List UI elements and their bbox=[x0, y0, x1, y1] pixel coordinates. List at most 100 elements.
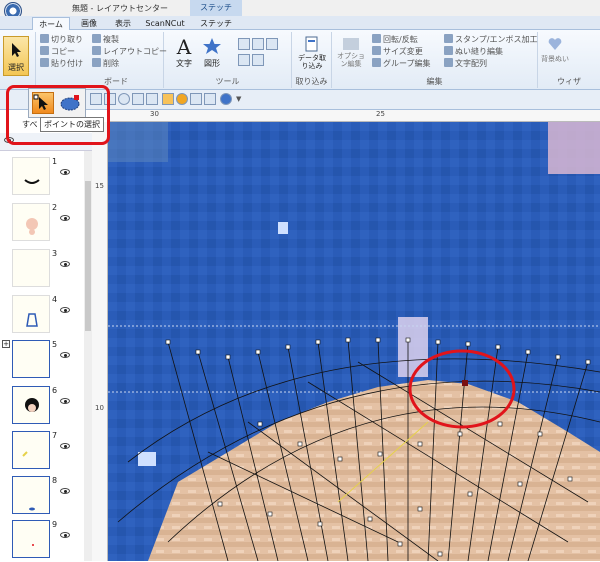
layer-thumb bbox=[12, 157, 50, 195]
ribbon-tabs: ホーム 画像 表示 ScanNCut ステッチ bbox=[0, 16, 600, 30]
layer-thumb bbox=[12, 431, 50, 469]
shape-tool-button[interactable]: 図形 bbox=[200, 36, 224, 69]
title-bar: 無題 - レイアウトセンター ステッチ bbox=[0, 0, 600, 20]
clipboard-group: 切り取り コピー 貼り付け 複製 レイアウトコピー 削除 ボード bbox=[36, 32, 167, 88]
layer-item[interactable]: 5 bbox=[8, 340, 88, 382]
delete-button[interactable]: 削除 bbox=[92, 58, 119, 69]
tools-group: A 文字 図形 ツール bbox=[164, 32, 292, 88]
image-icon[interactable] bbox=[162, 93, 174, 105]
blob-select-icon bbox=[60, 95, 80, 111]
tab-stitch[interactable]: ステッチ bbox=[192, 17, 240, 30]
bg-sew-label: 背景ぬい bbox=[541, 55, 569, 63]
point-select-button[interactable] bbox=[32, 92, 54, 114]
grid-icon[interactable] bbox=[104, 93, 116, 105]
layer-item[interactable]: 7 bbox=[8, 431, 88, 473]
thumb-art bbox=[22, 451, 28, 457]
eye-icon[interactable] bbox=[60, 443, 70, 449]
stitch-order-button[interactable]: ぬい縫り編集 bbox=[444, 46, 503, 57]
resize-label: サイズ変更 bbox=[383, 47, 423, 56]
eye-icon[interactable] bbox=[60, 488, 70, 494]
group-edit-label: グループ編集 bbox=[383, 59, 431, 68]
layer-item[interactable]: 9 bbox=[8, 520, 88, 562]
cut-button[interactable]: 切り取り bbox=[40, 34, 83, 45]
layer-item[interactable]: 2 bbox=[8, 203, 88, 245]
bg-sew-button[interactable]: 背景ぬい bbox=[540, 36, 570, 64]
layer-item[interactable]: 6 bbox=[8, 386, 88, 428]
text-tool-button[interactable]: A 文字 bbox=[172, 36, 196, 69]
eye-icon[interactable] bbox=[60, 261, 70, 267]
top-ruler: 30 25 bbox=[108, 110, 600, 122]
sphere-icon[interactable] bbox=[220, 93, 232, 105]
duplicate-label: 複製 bbox=[103, 35, 119, 44]
layer-item[interactable]: 4 bbox=[8, 295, 88, 337]
tab-home[interactable]: ホーム bbox=[32, 17, 70, 30]
paste-button[interactable]: 貼り付け bbox=[40, 58, 83, 69]
group-edit-button[interactable]: グループ編集 bbox=[372, 58, 431, 69]
layer-item[interactable]: 3 bbox=[8, 249, 88, 291]
hand-pan-icon[interactable] bbox=[238, 54, 250, 66]
select-button[interactable]: 選択 bbox=[3, 36, 29, 76]
cut-label: 切り取り bbox=[51, 35, 83, 44]
char-array-button[interactable]: 文字配列 bbox=[444, 58, 487, 69]
options-edit-button[interactable]: オプション編集 bbox=[336, 36, 366, 68]
layer-number: 7 bbox=[52, 431, 58, 440]
tools-group-label: ツール bbox=[215, 77, 240, 86]
zoom-select-icon[interactable] bbox=[266, 38, 278, 50]
duplicate-button[interactable]: 複製 bbox=[92, 34, 119, 45]
thumb-art bbox=[25, 398, 39, 412]
layer-number: 3 bbox=[52, 249, 58, 258]
copy-button[interactable]: コピー bbox=[40, 46, 75, 57]
tab-scanncut[interactable]: ScanNCut bbox=[142, 17, 188, 30]
select-label: 選択 bbox=[8, 63, 24, 72]
eye-all-icon[interactable] bbox=[4, 137, 14, 143]
tab-image[interactable]: 画像 bbox=[72, 17, 106, 30]
eye-icon[interactable] bbox=[60, 352, 70, 358]
paste-icon bbox=[40, 58, 49, 67]
eye-icon[interactable] bbox=[60, 215, 70, 221]
palette-icon[interactable] bbox=[132, 93, 144, 105]
chart-icon[interactable] bbox=[146, 93, 158, 105]
copy-label: コピー bbox=[51, 47, 75, 56]
layout-icon[interactable] bbox=[90, 93, 102, 105]
eye-icon[interactable] bbox=[60, 307, 70, 313]
canvas-artwork bbox=[108, 122, 600, 561]
ribbon: 選択 切り取り コピー 貼り付け 複製 レイアウトコピー 削除 ボード A 文字… bbox=[0, 30, 600, 90]
options-label: オプション編集 bbox=[337, 52, 365, 68]
thumb-art bbox=[26, 313, 38, 327]
help-icon[interactable] bbox=[118, 93, 130, 105]
color-circle-icon[interactable] bbox=[176, 93, 188, 105]
layer-thumb bbox=[12, 520, 50, 558]
layer-thumb bbox=[12, 386, 50, 424]
eye-icon[interactable] bbox=[60, 398, 70, 404]
rotate-button[interactable]: 回転/反転 bbox=[372, 34, 418, 45]
char-array-icon bbox=[444, 58, 453, 67]
area-select-button[interactable] bbox=[59, 94, 81, 111]
zoom-out-icon[interactable] bbox=[252, 38, 264, 50]
stamp-button[interactable]: スタンプ/エンボス加工 bbox=[444, 34, 537, 45]
preview-icon[interactable] bbox=[204, 93, 216, 105]
layer-item[interactable]: 8 bbox=[8, 476, 88, 518]
thumb-art bbox=[29, 507, 35, 511]
window-title: 無題 - レイアウトセンター bbox=[72, 4, 168, 13]
options-icon bbox=[343, 38, 359, 50]
eye-icon[interactable] bbox=[60, 169, 70, 175]
select-tools-popup bbox=[28, 88, 86, 118]
resize-button[interactable]: サイズ変更 bbox=[372, 46, 423, 57]
stitch-order-label: ぬい縫り編集 bbox=[455, 47, 503, 56]
text-tool-label: 文字 bbox=[176, 59, 192, 68]
dropdown-arrow-icon[interactable]: ▼ bbox=[236, 95, 241, 103]
import-group-label: 取り込み bbox=[295, 77, 328, 86]
zoom-in-icon[interactable] bbox=[238, 38, 250, 50]
eye-icon[interactable] bbox=[60, 532, 70, 538]
layer-number: 5 bbox=[52, 340, 58, 349]
print-icon[interactable] bbox=[190, 93, 202, 105]
edit-group: オプション編集 回転/反転 サイズ変更 グループ編集 スタンプ/エンボス加工 ぬ… bbox=[332, 32, 538, 88]
measure-icon[interactable] bbox=[252, 54, 264, 66]
layout-copy-button[interactable]: レイアウトコピー bbox=[92, 46, 167, 57]
design-canvas[interactable] bbox=[108, 122, 600, 561]
tab-view[interactable]: 表示 bbox=[108, 17, 138, 30]
layer-item[interactable]: 1 bbox=[8, 157, 88, 199]
edit-group-label: 編集 bbox=[426, 77, 443, 86]
context-tab-title: ステッチ bbox=[190, 0, 242, 16]
data-import-button[interactable]: データ取り込み bbox=[296, 36, 328, 70]
